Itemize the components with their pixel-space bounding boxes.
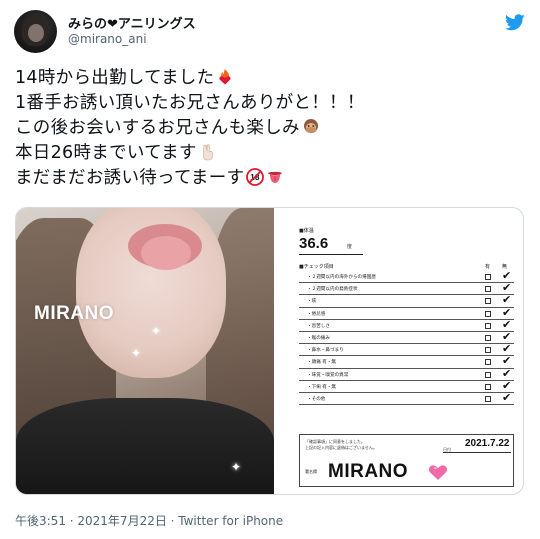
checkmark-icon: ✔ <box>502 390 512 404</box>
checkbox-yes <box>485 334 491 341</box>
checklist-row: ・倦怠感 ✔ <box>299 305 514 320</box>
divider <box>443 452 511 453</box>
tweet-media[interactable]: MIRANO ✦ ✦ ✦ ■体温 36.6 度 ■チェック項目 有 無 ・２週間… <box>15 207 524 495</box>
checkmark-icon: ✔ <box>502 305 512 319</box>
avatar[interactable] <box>14 10 57 53</box>
checklist-item-label: ・頭痛 有・無 <box>307 360 337 366</box>
checklist-row: ・喉の痛み ✔ <box>299 329 514 345</box>
checklist-item-label: ・鼻水・鼻づまり <box>307 348 344 354</box>
victory-hand-icon <box>202 144 213 161</box>
checkbox-yes <box>485 347 491 354</box>
checklist-row: ・２週間以内の海外からの帰国歴 ✔ <box>299 269 514 284</box>
checklist-row: ・咳 ✔ <box>299 293 514 308</box>
sparkle-icon: ✦ <box>151 324 162 338</box>
tweet-line: まだまだお誘い待ってまーす18 <box>15 166 520 191</box>
tweet-line: 14時から出勤してました <box>15 66 520 91</box>
checklist-row: ・味覚・嗅覚の異常 ✔ <box>299 366 514 381</box>
selfie-photo[interactable]: MIRANO ✦ ✦ ✦ <box>16 208 274 494</box>
fire-heart-icon <box>219 69 232 85</box>
user-handle[interactable]: @mirano_ani <box>68 32 147 46</box>
checkmark-icon: ✔ <box>502 354 512 368</box>
checkbox-yes <box>485 310 491 317</box>
consent-line: 上記の記入内容に虚偽はございません。 <box>305 445 377 450</box>
checkbox-yes <box>485 395 491 402</box>
checkmark-icon: ✔ <box>502 293 512 307</box>
checklist-item-label: ・２週間以内の海外からの帰国歴 <box>307 275 376 280</box>
checkmark-icon: ✔ <box>502 366 512 380</box>
checkbox-yes <box>485 371 491 378</box>
checkbox-yes <box>485 322 491 329</box>
checkbox-yes <box>485 359 491 366</box>
checkmark-icon: ✔ <box>502 269 512 282</box>
date-value: 2021.7.22 <box>465 438 510 449</box>
temperature-value: 36.6 <box>299 235 329 252</box>
checklist-row: ・鼻水・鼻づまり ✔ <box>299 342 514 357</box>
twitter-bird-icon[interactable] <box>505 14 525 31</box>
checkbox-yes <box>485 298 491 305</box>
checklist: ・２週間以内の海外からの帰国歴 ✔ ・２週間以内の発熱症状 ✔ ・咳 ✔ ・倦怠感 ✔ … <box>299 269 514 406</box>
checkmark-icon: ✔ <box>502 281 512 295</box>
checklist-row: ・その他 ✔ <box>299 390 514 406</box>
no-under-18-icon: 18 <box>246 168 265 186</box>
checkbox-yes <box>485 274 491 280</box>
sparkle-icon: ✦ <box>131 346 142 360</box>
checklist-item-label: ・喉の痛み <box>307 335 330 341</box>
checklist-item-label: ・下痢 有・無 <box>307 384 337 390</box>
checkmark-icon: ✔ <box>502 329 512 343</box>
speak-no-evil-monkey-icon <box>303 119 318 133</box>
checkmark-icon: ✔ <box>502 342 512 356</box>
checklist-item-label: ・２週間以内の発熱症状 <box>307 287 358 293</box>
checkmark-icon: ✔ <box>502 317 512 331</box>
tweet-timestamp[interactable]: 午後3:51 · 2021年7月22日 · Twitter for iPhone <box>15 512 283 529</box>
tweet-text: 14時から出勤してました 1番手お誘い頂いたお兄さんありがと！！！ この後お会い… <box>15 66 520 191</box>
tweet-line: この後お会いするお兄さんも楽しみ <box>15 116 520 141</box>
checklist-header: ■チェック項目 <box>299 264 334 270</box>
checklist-row: ・息苦しさ ✔ <box>299 317 514 332</box>
checklist-row: ・２週間以内の発熱症状 ✔ <box>299 281 514 296</box>
temperature-unit: 度 <box>347 244 353 250</box>
checkbox-yes <box>485 383 491 390</box>
column-yes-label: 有 <box>485 264 491 270</box>
checklist-row: ・頭痛 有・無 ✔ <box>299 354 514 369</box>
heart-icon <box>429 465 447 480</box>
checklist-item-label: ・倦怠感 <box>307 311 326 317</box>
photo-name-overlay: MIRANO <box>34 303 115 324</box>
tweet-line: 1番手お誘い頂いたお兄さんありがと！！！ <box>15 93 365 113</box>
divider <box>299 254 363 255</box>
checklist-item-label: ・味覚・嗅覚の異常 <box>307 372 349 378</box>
tweet-card: みらの❤アニリングス @mirano_ani 14時から出勤してました 1番手お… <box>0 0 540 539</box>
consent-box: 「確認事項」に同意をしました。 上記の記入内容に虚偽はございません。 日付 20… <box>299 434 514 487</box>
signature-label: 署名欄 <box>305 469 317 474</box>
checklist-row: ・下痢 有・無 ✔ <box>299 378 514 393</box>
checklist-item-label: ・息苦しさ <box>307 323 330 329</box>
checklist-item-label: ・その他 <box>307 396 326 402</box>
checkmark-icon: ✔ <box>502 378 512 392</box>
temperature-label: ■体温 <box>299 228 314 234</box>
sparkle-icon: ✦ <box>231 460 242 474</box>
health-check-card: ■体温 36.6 度 ■チェック項目 有 無 ・２週間以内の海外からの帰国歴 ✔ … <box>274 208 523 494</box>
display-name[interactable]: みらの❤アニリングス <box>68 13 196 32</box>
checkbox-yes <box>485 286 491 293</box>
signature-name: MIRANO <box>328 461 409 482</box>
checklist-item-label: ・咳 <box>307 299 317 305</box>
tongue-icon <box>268 171 283 183</box>
tweet-line: 本日26時までいてます <box>15 141 520 166</box>
